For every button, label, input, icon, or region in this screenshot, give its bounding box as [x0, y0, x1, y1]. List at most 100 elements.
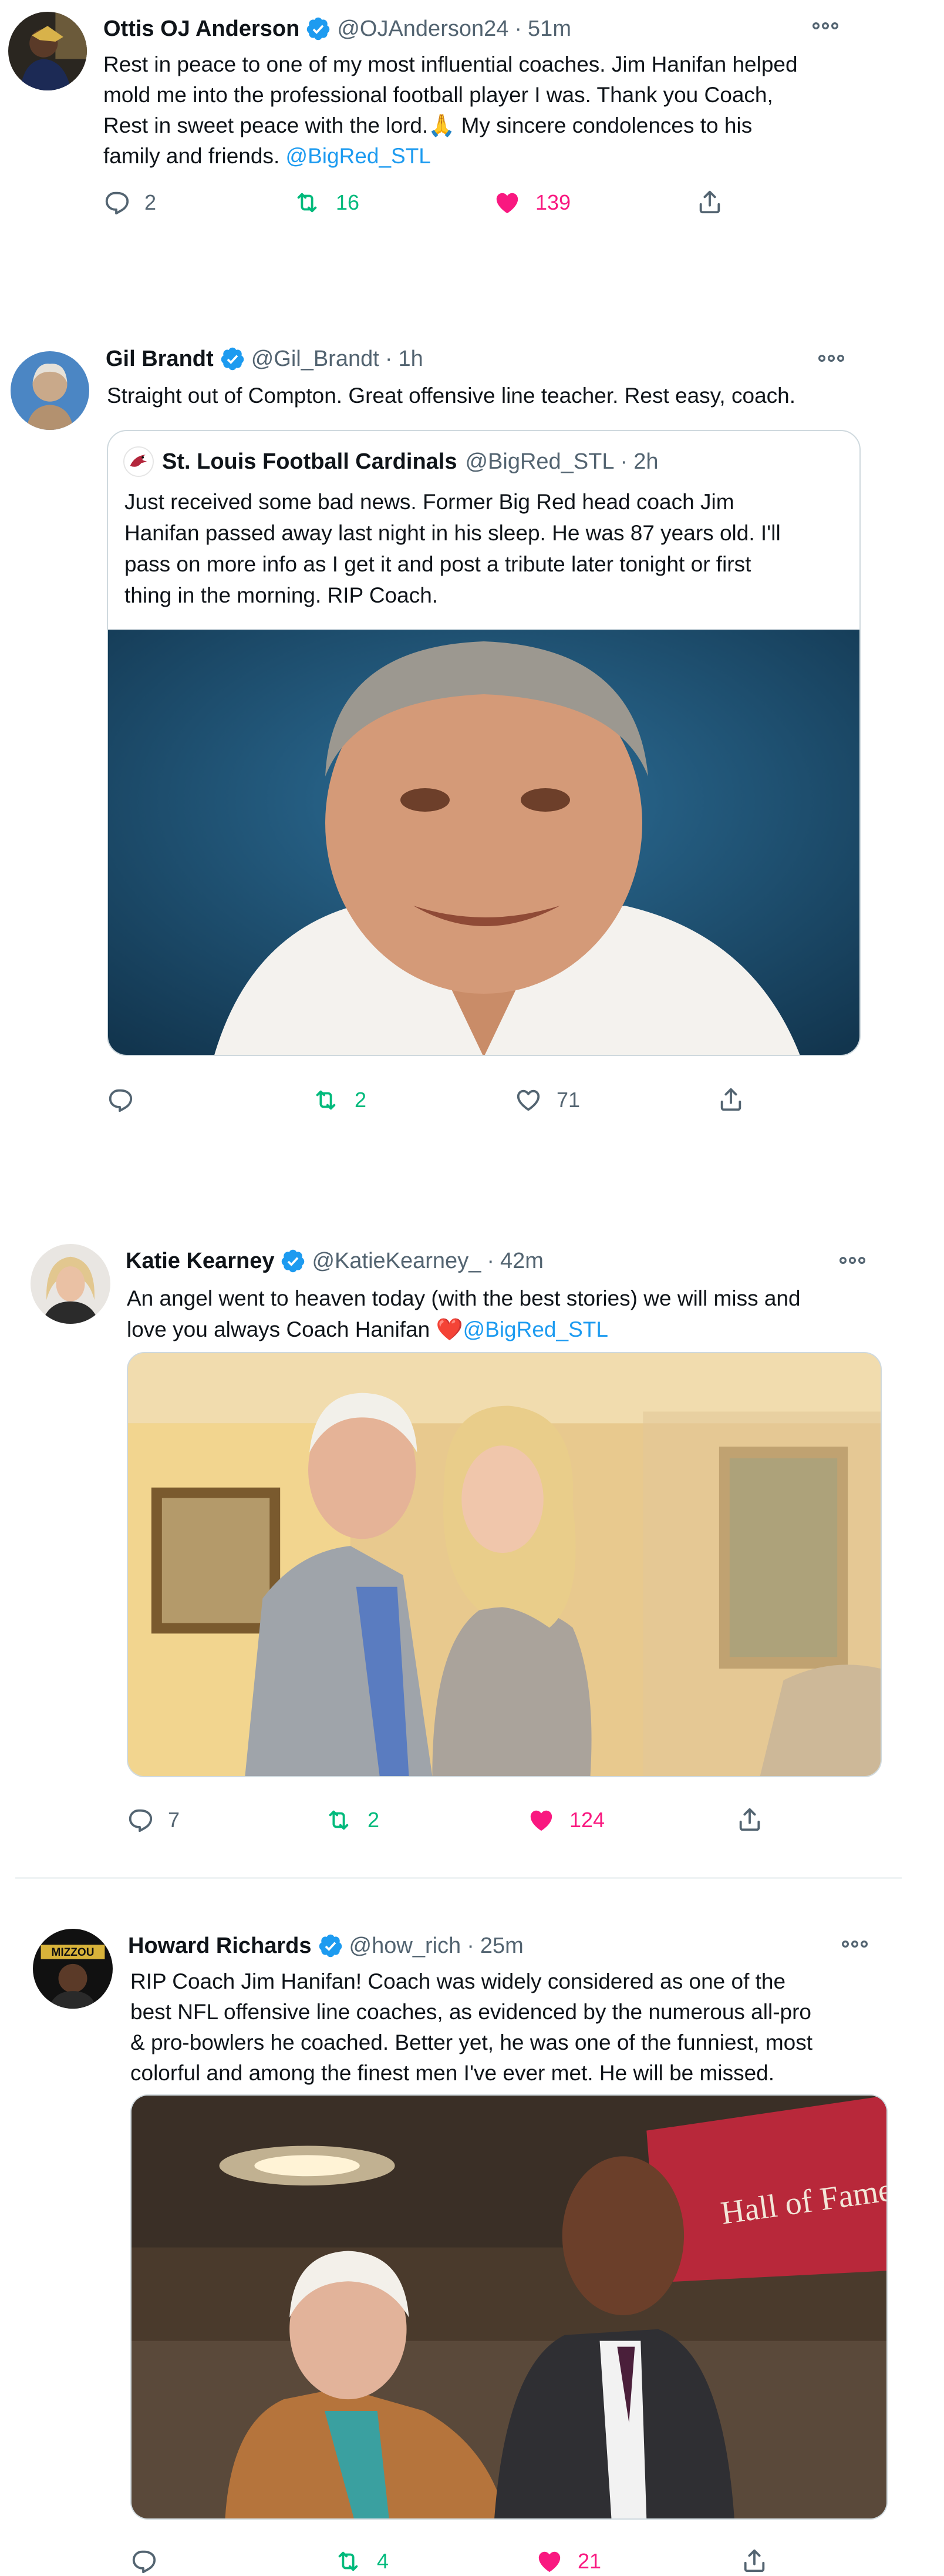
reply-button[interactable] [107, 1087, 148, 1114]
separator: · [514, 16, 522, 41]
like-icon [535, 2548, 564, 2575]
retweet-count: 16 [336, 190, 360, 214]
share-icon [741, 2547, 768, 2575]
share-button[interactable] [717, 1085, 744, 1114]
tweet-text-line: family and friends. @BigRed_STL [103, 141, 798, 171]
like-button[interactable]: 21 [535, 2548, 601, 2575]
quoted-avatar[interactable] [123, 446, 154, 477]
timestamp[interactable]: 51m [528, 16, 571, 42]
quoted-tweet[interactable]: St. Louis Football Cardinals @BigRed_STL… [107, 430, 861, 1056]
username[interactable]: @Gil_Brandt [251, 347, 379, 372]
like-count: 21 [578, 2549, 602, 2573]
mention-link[interactable]: @BigRed_STL [463, 1317, 608, 1341]
timestamp[interactable]: 1h [398, 347, 423, 372]
display-name[interactable]: Gil Brandt [106, 347, 214, 372]
tweet-text: An angel went to heaven today (with the … [127, 1283, 801, 1345]
quoted-tweet-text: Just received some bad news. Former Big … [124, 486, 781, 611]
share-icon [696, 188, 723, 216]
quoted-username[interactable]: @BigRed_STL [465, 449, 614, 475]
quoted-text-line: Just received some bad news. Former Big … [124, 490, 734, 514]
verified-icon [280, 1248, 306, 1274]
tweet-photo[interactable]: Hall of Fame [130, 2094, 888, 2520]
username[interactable]: @KatieKearney_ [312, 1249, 481, 1274]
display-name[interactable]: Ottis OJ Anderson [103, 16, 299, 42]
quoted-tweet-photo[interactable] [108, 630, 859, 1055]
tweet-text-line: Rest in peace to one of my most influent… [103, 52, 798, 76]
like-button[interactable]: 124 [527, 1807, 605, 1834]
tweet-text-line: best NFL offensive line coaches, as evid… [130, 2000, 811, 2024]
tweet-text-line: An angel went to heaven today (with the … [127, 1286, 801, 1310]
quoted-display-name[interactable]: St. Louis Football Cardinals [162, 449, 457, 475]
like-count: 139 [535, 190, 571, 214]
more-icon[interactable] [838, 1256, 867, 1265]
retweet-icon [324, 1807, 353, 1834]
display-name[interactable]: Howard Richards [128, 1933, 312, 1959]
share-button[interactable] [741, 2547, 768, 2575]
verified-icon [305, 16, 331, 42]
reply-count: 2 [144, 190, 157, 214]
reply-icon [127, 1807, 154, 1834]
tweet-ottis-anderson[interactable]: Ottis OJ Anderson @OJAnderson24 · 51m Re… [0, 0, 944, 247]
like-button[interactable]: 71 [514, 1087, 580, 1114]
tweet-header: Gil Brandt @Gil_Brandt · 1h [106, 343, 423, 375]
quoted-tweet-header: St. Louis Football Cardinals @BigRed_STL… [123, 445, 658, 478]
reply-button[interactable]: 2 [103, 189, 156, 216]
timeline-divider [15, 1877, 902, 1879]
avatar[interactable]: MIZZOU [33, 1929, 113, 2009]
quoted-text-line: Hanifan passed away last night in his sl… [124, 521, 781, 545]
retweet-button[interactable]: 16 [292, 189, 359, 216]
avatar[interactable] [8, 12, 87, 90]
retweet-button[interactable]: 2 [324, 1807, 379, 1834]
username[interactable]: @OJAnderson24 [337, 16, 508, 42]
share-button[interactable] [736, 1805, 763, 1834]
more-icon[interactable] [817, 354, 845, 363]
tweet-header: Howard Richards @how_rich · 25m [128, 1930, 524, 1962]
like-count: 124 [569, 1808, 605, 1832]
retweet-icon [311, 1087, 340, 1114]
tweet-text: Rest in peace to one of my most influent… [103, 49, 798, 171]
retweet-count: 2 [368, 1808, 380, 1832]
heart-emoji: ❤️ [436, 1317, 463, 1341]
avatar[interactable] [31, 1244, 110, 1324]
reply-icon [107, 1087, 134, 1114]
more-icon[interactable] [841, 1939, 869, 1949]
svg-text:MIZZOU: MIZZOU [52, 1946, 95, 1959]
tweet-header: Katie Kearney @KatieKearney_ · 42m [126, 1245, 544, 1277]
separator: · [620, 449, 628, 474]
quoted-timestamp[interactable]: 2h [633, 449, 658, 475]
retweet-icon [292, 189, 322, 216]
tweet-text-line: love you always Coach Hanifan ❤️@BigRed_… [127, 1314, 801, 1345]
tweet-text-line: RIP Coach Jim Hanifan! Coach was widely … [130, 1969, 786, 1993]
tweet-text-line: mold me into the professional football p… [103, 83, 773, 107]
like-count: 71 [557, 1088, 581, 1112]
username[interactable]: @how_rich [349, 1933, 461, 1959]
share-button[interactable] [696, 188, 723, 216]
separator: · [487, 1248, 494, 1273]
reply-button[interactable]: 7 [127, 1807, 180, 1834]
like-icon [514, 1087, 542, 1114]
reply-button[interactable] [130, 2548, 171, 2575]
mention-link[interactable]: @BigRed_STL [286, 144, 431, 168]
retweet-icon [333, 2548, 363, 2575]
tweet-text: RIP Coach Jim Hanifan! Coach was widely … [130, 1966, 812, 2089]
more-icon[interactable] [811, 21, 840, 31]
like-button[interactable]: 139 [493, 189, 571, 216]
avatar[interactable] [11, 351, 89, 430]
tweet-photo[interactable] [127, 1352, 882, 1777]
tweet-text-line: & pro-bowlers he coached. Better yet, he… [130, 2030, 813, 2054]
display-name[interactable]: Katie Kearney [126, 1249, 274, 1274]
tweet-text-fragment: family and friends. [103, 144, 286, 168]
reply-count: 7 [168, 1808, 180, 1832]
tweet-katie-kearney[interactable]: Katie Kearney @KatieKearney_ · 42m An an… [0, 1233, 944, 1832]
tweet-gil-brandt[interactable]: Gil Brandt @Gil_Brandt · 1h Straight out… [0, 329, 944, 1128]
verified-icon [318, 1933, 343, 1959]
retweet-count: 2 [355, 1088, 367, 1112]
timestamp[interactable]: 25m [480, 1933, 524, 1959]
retweet-button[interactable]: 2 [311, 1087, 366, 1114]
timestamp[interactable]: 42m [500, 1249, 544, 1274]
tweet-howard-richards[interactable]: MIZZOU Howard Richards @how_rich · 25m R… [0, 1915, 944, 2576]
retweet-button[interactable]: 4 [333, 2548, 389, 2575]
like-icon [527, 1807, 555, 1834]
quoted-text-line: thing in the morning. RIP Coach. [124, 583, 439, 607]
retweet-count: 4 [377, 2549, 389, 2573]
